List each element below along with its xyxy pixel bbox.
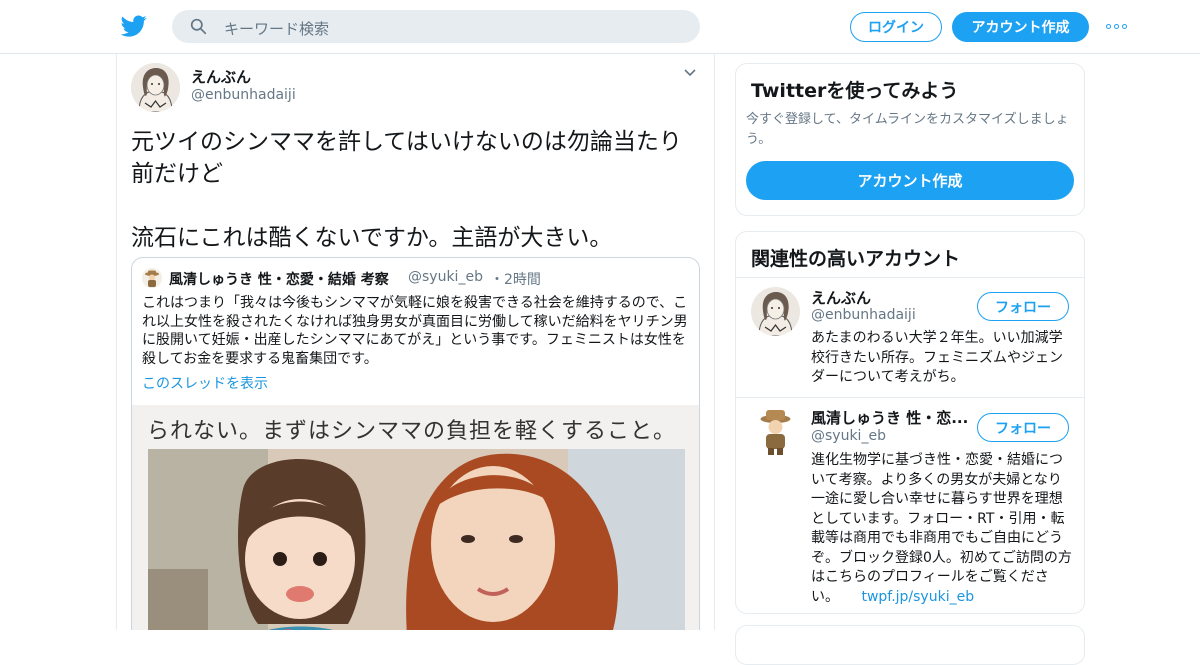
account-bio: 進化生物学に基づき性・恋愛・結婚について考察。より多くの男女が夫婦となり一途に愛… [811, 451, 1073, 607]
explorer-illustration [751, 407, 800, 456]
account-handle: @enbunhadaiji [811, 307, 916, 323]
chevron-down-icon[interactable] [683, 68, 697, 78]
account-bio-text: 進化生物学に基づき性・恋愛・結婚について考察。より多くの男女が夫婦となり一途に愛… [811, 452, 1072, 605]
related-accounts-title: 関連性の高いアカウント [751, 248, 961, 270]
search-input[interactable]: キーワード検索 [172, 10, 700, 43]
divider [736, 277, 1084, 278]
more-options-icon[interactable] [1106, 18, 1130, 34]
quoted-image[interactable]: られない。まずはシンママの負担を軽くすること。 [132, 405, 699, 630]
signup-button[interactable]: アカウント作成 [952, 12, 1089, 42]
explorer-illustration [142, 268, 162, 288]
quoted-author-handle: @syuki_eb [408, 269, 483, 285]
account-bio: あたまのわるい大学２年生。いい加減学校行きたい所存。フェミニズムやジェンダーにつ… [811, 330, 1063, 385]
quoted-tweet[interactable]: 風清しゅうき 性・恋愛・結婚 考察 @syuki_eb ・2時間 これはつまり「… [131, 257, 700, 630]
login-button[interactable]: ログイン [850, 12, 942, 42]
tweet-author-name[interactable]: えんぶん [191, 66, 251, 87]
show-thread-link[interactable]: このスレッドを表示 [142, 373, 268, 393]
create-account-button[interactable]: アカウント作成 [746, 161, 1074, 200]
quoted-text: これはつまり「我々は今後もシンママが気軽に娘を殺害できる社会を維持するので、これ… [142, 295, 688, 367]
account-name[interactable]: 風清しゅうき 性・恋... [811, 407, 971, 428]
avatar-illustration [751, 287, 800, 336]
tweet-detail: えんぶん @enbunhadaiji 元ツイのシンママを許してはいけないのは勿論… [116, 54, 715, 630]
signup-card-title: Twitterを使ってみよう [751, 80, 959, 102]
account-handle: @syuki_eb [811, 428, 886, 444]
twitter-bird-icon[interactable] [120, 13, 148, 39]
avatar[interactable] [751, 287, 800, 336]
mother-and-baby-photo [148, 449, 685, 630]
signup-prompt-card: Twitterを使ってみよう 今すぐ登録して、タイムラインをカスタマイズしましょ… [735, 63, 1085, 216]
follow-button[interactable]: フォロー [977, 413, 1069, 442]
avatar[interactable] [131, 63, 180, 112]
tweet-text: 元ツイのシンママを許してはいけないのは勿論当たり前だけど 流石にこれは酷くないで… [131, 129, 682, 251]
quoted-avatar [142, 268, 162, 288]
image-caption-text: られない。まずはシンママの負担を軽くすること。 [147, 419, 677, 444]
quoted-author-name: 風清しゅうき 性・恋愛・結婚 考察 [169, 272, 389, 288]
top-navigation-bar: キーワード検索 ログイン アカウント作成 [0, 0, 1200, 54]
divider [736, 397, 1084, 398]
search-placeholder: キーワード検索 [224, 20, 330, 38]
related-accounts-card: 関連性の高いアカウント えんぶん @enbunhadaiji フォロー あたまの… [735, 231, 1085, 614]
profile-link[interactable]: twpf.jp/syuki_eb [861, 589, 974, 605]
follow-button[interactable]: フォロー [977, 292, 1069, 321]
account-name[interactable]: えんぶん [811, 287, 871, 308]
quoted-timestamp: ・2時間 [490, 272, 541, 288]
avatar[interactable] [751, 407, 800, 456]
tweet-author-handle[interactable]: @enbunhadaiji [191, 87, 296, 103]
next-card [735, 625, 1085, 665]
search-icon [190, 18, 207, 35]
signup-card-subtitle: 今すぐ登録して、タイムラインをカスタマイズしましょう。 [746, 112, 1069, 147]
avatar-illustration [131, 63, 180, 112]
